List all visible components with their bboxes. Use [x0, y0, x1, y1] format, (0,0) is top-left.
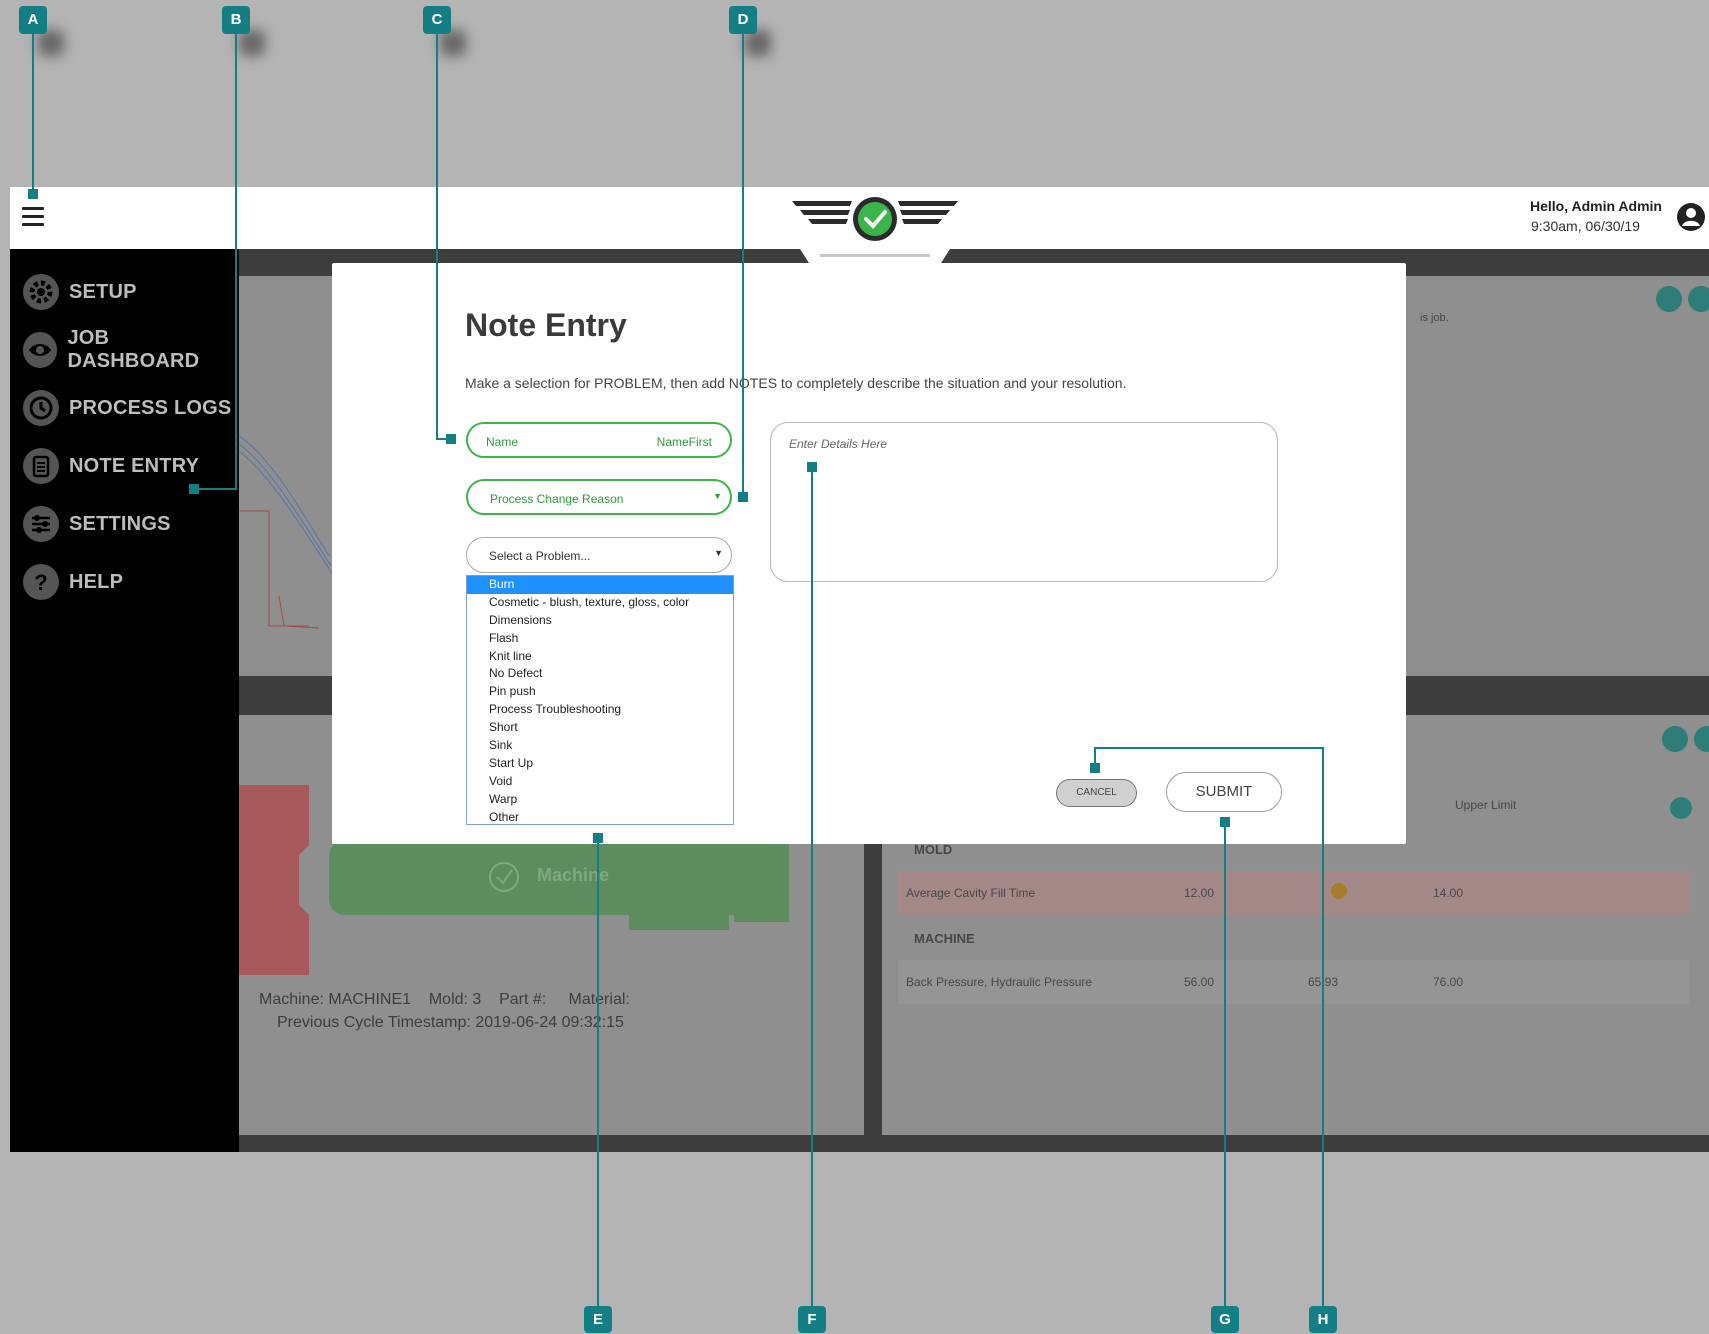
callout-line [1094, 747, 1096, 767]
callout-line [436, 34, 438, 440]
problem-option[interactable]: Start Up [467, 755, 733, 773]
problem-option[interactable]: Burn [467, 576, 733, 594]
hamburger-menu-icon[interactable] [22, 207, 44, 227]
sidebar-item-help[interactable]: ? HELP [23, 563, 123, 601]
sidebar-item-label: SETUP [69, 280, 137, 303]
problem-select[interactable]: Select a Problem... ▼ [466, 537, 732, 573]
callout-g: G [1211, 1306, 1239, 1333]
mold-section-title: MOLD [914, 842, 953, 857]
problem-option[interactable]: Dimensions [467, 612, 733, 630]
callout-f: F [798, 1306, 826, 1333]
callout-c: C [423, 6, 451, 34]
popout-icon[interactable] [1694, 726, 1709, 752]
top-bar: Hello, Admin Admin 9:30am, 06/30/19 [10, 187, 1709, 249]
callout-e: E [584, 1306, 612, 1333]
warning-icon [1331, 883, 1347, 899]
callout-line [194, 488, 237, 490]
app-logo [792, 197, 958, 241]
logo-tab [800, 249, 950, 263]
callout-a: A [19, 6, 47, 34]
sidebar-item-label: NOTE ENTRY [69, 454, 200, 477]
problem-option[interactable]: Pin push [467, 683, 733, 701]
name-label: Name [486, 435, 519, 449]
modal-instructions: Make a selection for PROBLEM, then add N… [465, 375, 1127, 391]
sidebar-item-label: PROCESS LOGS [69, 396, 232, 419]
sidebar-item-note-entry[interactable]: NOTE ENTRY [23, 447, 199, 485]
sidebar-item-process-logs[interactable]: PROCESS LOGS [23, 389, 231, 427]
sidebar-item-settings[interactable]: SETTINGS [23, 505, 171, 543]
problem-option[interactable]: Cosmetic - blush, texture, gloss, color [467, 594, 733, 612]
callout-dot [446, 434, 456, 444]
edit-icon[interactable] [1670, 797, 1692, 819]
name-field[interactable]: Name NameFirst [466, 422, 732, 458]
mold-row: Average Cavity Fill Time 12.00 14.00 [898, 871, 1689, 915]
history-icon [23, 390, 59, 426]
sidebar: SETUP JOB DASHBOARD PROCESS LOGS NOTE EN… [10, 249, 239, 1152]
sliders-icon [23, 506, 59, 542]
machine-section-title: MACHINE [914, 931, 975, 946]
machine-info-line1: Machine: MACHINE1 Mold: 3 Part #: Materi… [259, 991, 630, 1008]
callout-line [742, 34, 744, 496]
problem-option[interactable]: Short [467, 719, 733, 737]
modal-title: Note Entry [465, 307, 627, 343]
callout-line [1322, 747, 1324, 1318]
problem-option[interactable]: Process Troubleshooting [467, 701, 733, 719]
problem-option[interactable]: Void [467, 773, 733, 791]
callout-line [1094, 747, 1324, 749]
datetime-text: 9:30am, 06/30/19 [1531, 218, 1640, 234]
name-value: NameFirst [656, 435, 712, 449]
problem-option[interactable]: Knit line [467, 648, 733, 666]
problem-option[interactable]: Flash [467, 630, 733, 648]
gear-icon [23, 274, 59, 310]
reason-select[interactable]: Process Change Reason ▼ [466, 479, 732, 515]
problem-option[interactable]: Sink [467, 737, 733, 755]
machine-row: Back Pressure, Hydraulic Pressure 56.00 … [898, 960, 1689, 1004]
popout-icon[interactable] [1688, 286, 1709, 312]
callout-line [235, 34, 237, 490]
problem-option[interactable]: Other [467, 809, 733, 827]
eye-icon [23, 332, 58, 368]
greeting-text: Hello, Admin Admin [1530, 198, 1662, 214]
callout-b: B [222, 6, 250, 34]
callout-line [32, 34, 34, 192]
callout-d: D [729, 6, 757, 34]
note-entry-modal: Note Entry Make a selection for PROBLEM,… [332, 263, 1406, 844]
user-account-icon[interactable] [1676, 202, 1706, 232]
callout-dot [189, 484, 199, 494]
problem-option[interactable]: Warp [467, 791, 733, 809]
upper-limit-header: Upper Limit [1455, 798, 1517, 812]
chevron-down-icon: ▼ [714, 548, 723, 558]
problem-dropdown-list: Burn Cosmetic - blush, texture, gloss, c… [466, 575, 734, 825]
sidebar-item-setup[interactable]: SETUP [23, 273, 137, 311]
machine-info-line2: Previous Cycle Timestamp: 2019-06-24 09:… [277, 1014, 624, 1031]
sidebar-item-label: SETTINGS [69, 512, 171, 535]
sidebar-item-label: JOB DASHBOARD [67, 327, 200, 372]
chevron-down-icon: ▼ [713, 491, 722, 501]
callout-line [1224, 825, 1226, 1318]
clipboard-icon [23, 448, 59, 484]
problem-option[interactable]: No Defect [467, 665, 733, 683]
svg-text:?: ? [34, 570, 47, 595]
callout-dot [28, 189, 38, 199]
sidebar-item-job-dashboard[interactable]: JOB DASHBOARD [23, 327, 239, 372]
sidebar-item-label: HELP [69, 570, 124, 593]
callout-dot [738, 492, 748, 502]
reason-value: Process Change Reason [490, 492, 624, 506]
details-textarea[interactable] [770, 422, 1278, 582]
callout-line [811, 470, 813, 1318]
help-icon: ? [23, 564, 59, 600]
panel-text: is job. [1420, 312, 1449, 324]
callout-line [597, 840, 599, 1318]
submit-button[interactable]: SUBMIT [1166, 772, 1282, 812]
cancel-button[interactable]: CANCEL [1056, 779, 1137, 807]
problem-placeholder: Select a Problem... [489, 549, 591, 563]
grid-icon[interactable] [1656, 286, 1682, 312]
grid-icon[interactable] [1662, 726, 1688, 752]
callout-h: H [1309, 1306, 1337, 1333]
